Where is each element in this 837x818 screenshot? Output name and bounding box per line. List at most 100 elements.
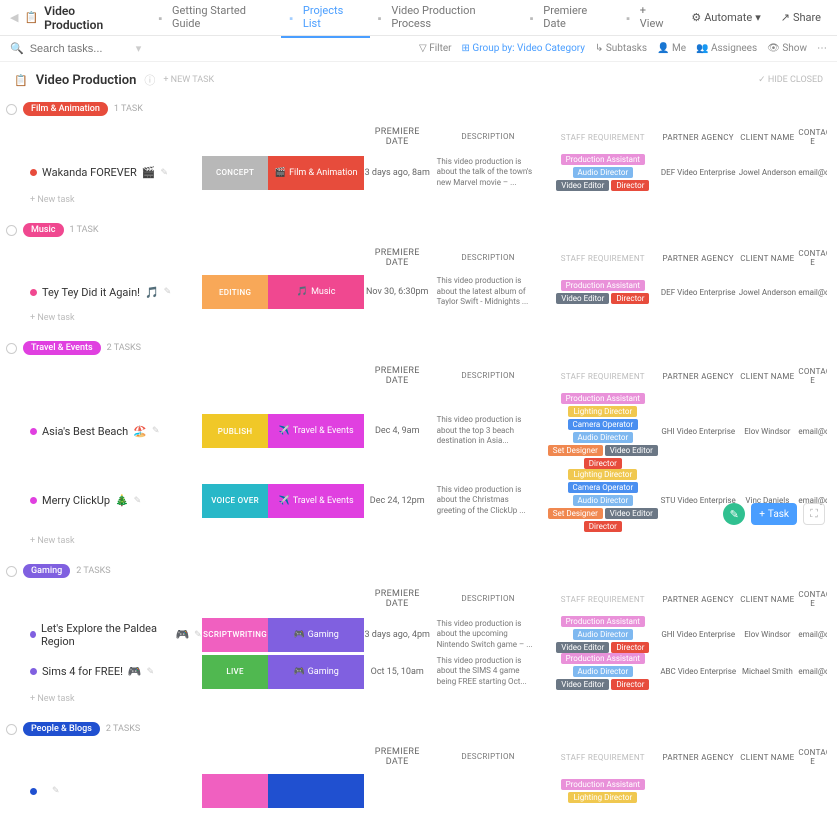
status-cell[interactable]: CONCEPT (202, 156, 269, 190)
tab-video-production-process[interactable]: ▪Video Production Process (370, 0, 522, 38)
edit-icon[interactable]: ✎ (52, 786, 60, 796)
share-button[interactable]: ↗ Share (775, 8, 827, 27)
fab-expand-button[interactable]: ⛶ (803, 503, 825, 525)
date-cell[interactable]: Dec 24, 12pm (364, 496, 431, 506)
tab--view[interactable]: ▪+ View (618, 0, 679, 38)
status-cell[interactable]: EDITING (202, 275, 269, 309)
status-cell[interactable]: VOICE OVER (202, 484, 269, 518)
collapse-icon[interactable] (6, 104, 17, 115)
desc-cell: This video production is about the upcom… (431, 619, 546, 650)
category-cell[interactable]: 🎵Music (268, 275, 363, 309)
group-badge[interactable]: Travel & Events (23, 341, 101, 355)
category-cell[interactable]: 🎬Film & Animation (268, 156, 363, 190)
edit-icon[interactable]: ✎ (134, 496, 142, 506)
contact-cell: email@cl (798, 630, 827, 639)
back-icon[interactable]: ◀ (10, 11, 18, 24)
group-count: 1 TASK (114, 104, 143, 114)
status-dot (30, 289, 37, 296)
edit-icon[interactable]: ✎ (164, 287, 172, 297)
task-name: Tey Tey Did it Again! (42, 286, 140, 299)
category-cell[interactable]: ✈️Travel & Events (268, 414, 363, 448)
staff-tag: Camera Operator (568, 482, 639, 493)
staff-tag: Production Assistant (561, 154, 645, 165)
staff-tag: Set Designer (548, 445, 603, 456)
status-dot (30, 497, 37, 504)
task-name: Let's Explore the Paldea Region (41, 622, 171, 648)
group-badge[interactable]: Music (23, 223, 64, 237)
task-row[interactable]: Let's Explore the Paldea Region🎮✎SCRIPTW… (0, 616, 837, 653)
edit-icon[interactable]: ✎ (194, 630, 202, 640)
subtasks-button[interactable]: ↳ Subtasks (595, 43, 647, 54)
automate-button[interactable]: ⚙ Automate ▾ (685, 8, 766, 27)
date-cell[interactable]: 3 days ago, 4pm (364, 630, 431, 640)
edit-icon[interactable]: ✎ (161, 168, 169, 178)
task-emoji: 🎄 (115, 494, 129, 507)
new-task-button[interactable]: + NEW TASK (163, 75, 214, 85)
group-badge[interactable]: People & Blogs (23, 722, 100, 736)
date-cell[interactable]: Dec 4, 9am (364, 426, 431, 436)
staff-tag: Lighting Director (568, 792, 637, 803)
show-button[interactable]: 👁 Show (767, 43, 807, 54)
date-cell[interactable]: Nov 30, 6:30pm (364, 287, 431, 297)
agency-cell: ABC Video Enterprise (660, 667, 736, 676)
staff-tag: Camera Operator (568, 419, 639, 430)
edit-icon[interactable]: ✎ (152, 426, 160, 436)
category-cell[interactable]: 🎮Gaming (268, 655, 363, 689)
status-cell[interactable]: SCRIPTWRITING (202, 618, 269, 652)
task-row[interactable]: ✎Production AssistantLighting Director (0, 774, 837, 808)
task-row[interactable]: Merry ClickUp 🎄 ✎ VOICE OVER✈️Travel & Even… (0, 469, 837, 532)
fab-record-button[interactable]: ✎ (723, 503, 745, 525)
task-emoji: 🎬 (142, 166, 156, 179)
category-cell[interactable]: ✈️Travel & Events (268, 484, 363, 518)
new-task-inline[interactable]: + New task (0, 309, 837, 327)
category-cell[interactable]: 🎮Gaming (268, 618, 363, 652)
new-task-inline[interactable]: + New task (0, 690, 837, 708)
assignees-button[interactable]: 👥 Assignees (696, 43, 757, 54)
staff-tag: Audio Director (573, 629, 634, 640)
tab-premiere-date[interactable]: ▪Premiere Date (522, 0, 619, 38)
group: Travel & Events2 TASKSSTATUSVIDEO CATEGO… (0, 337, 837, 550)
me-button[interactable]: 👤 Me (657, 43, 686, 54)
new-task-inline[interactable]: + New task (0, 191, 837, 209)
collapse-icon[interactable] (6, 724, 17, 735)
tab-getting-started-guide[interactable]: ▪Getting Started Guide (150, 0, 281, 38)
status-dot (30, 668, 37, 675)
group-badge[interactable]: Film & Animation (23, 102, 108, 116)
new-task-inline[interactable]: + New task (0, 532, 837, 550)
group-button[interactable]: ⊞ Group by: Video Category (462, 43, 585, 54)
staff-tag: Audio Director (573, 666, 634, 677)
status-cell[interactable] (202, 774, 269, 808)
fab-task-button[interactable]: + Task (751, 503, 797, 525)
tab-projects-list[interactable]: ▪Projects List (281, 0, 369, 38)
category-cell[interactable] (268, 774, 363, 808)
chevron-down-icon[interactable]: ▾ (136, 42, 142, 55)
status-cell[interactable]: LIVE (202, 655, 269, 689)
collapse-icon[interactable] (6, 225, 17, 236)
group-count: 1 TASK (70, 225, 99, 235)
task-row[interactable]: Wakanda FOREVER🎬✎CONCEPT🎬Film & Animatio… (0, 154, 837, 191)
task-row[interactable]: Asia's Best Beach🏖️✎PUBLISH✈️Travel & Ev… (0, 393, 837, 469)
group: People & Blogs2 TASKSSTATUSVIDEO CATEGOR… (0, 718, 837, 808)
collapse-icon[interactable] (6, 566, 17, 577)
staff-tag: Director (611, 293, 649, 304)
collapse-icon[interactable] (6, 343, 17, 354)
more-icon[interactable]: ⋯ (817, 43, 827, 54)
contact-cell: email@cl (798, 288, 827, 297)
hide-closed-button[interactable]: ✓ HIDE CLOSED (758, 75, 823, 85)
group-badge[interactable]: Gaming (23, 564, 70, 578)
staff-tag: Production Assistant (561, 280, 645, 291)
info-icon[interactable]: ⓘ (144, 72, 155, 88)
task-row[interactable]: Tey Tey Did it Again!🎵✎EDITING🎵MusicNov … (0, 275, 837, 309)
task-row[interactable]: Sims 4 for FREE!🎮✎LIVE🎮GamingOct 15, 10a… (0, 653, 837, 690)
staff-tag: Lighting Director (568, 406, 637, 417)
staff-tag: Production Assistant (561, 653, 645, 664)
edit-icon[interactable]: ✎ (147, 667, 155, 677)
date-cell[interactable]: 3 days ago, 8am (364, 168, 431, 178)
staff-tag: Lighting Director (568, 469, 637, 480)
status-cell[interactable]: PUBLISH (202, 414, 269, 448)
group-count: 2 TASKS (76, 566, 110, 576)
filter-button[interactable]: ▽ Filter (419, 43, 452, 54)
search-input[interactable] (30, 43, 130, 55)
date-cell[interactable]: Oct 15, 10am (364, 667, 431, 677)
task-name: Merry ClickUp (42, 494, 110, 507)
